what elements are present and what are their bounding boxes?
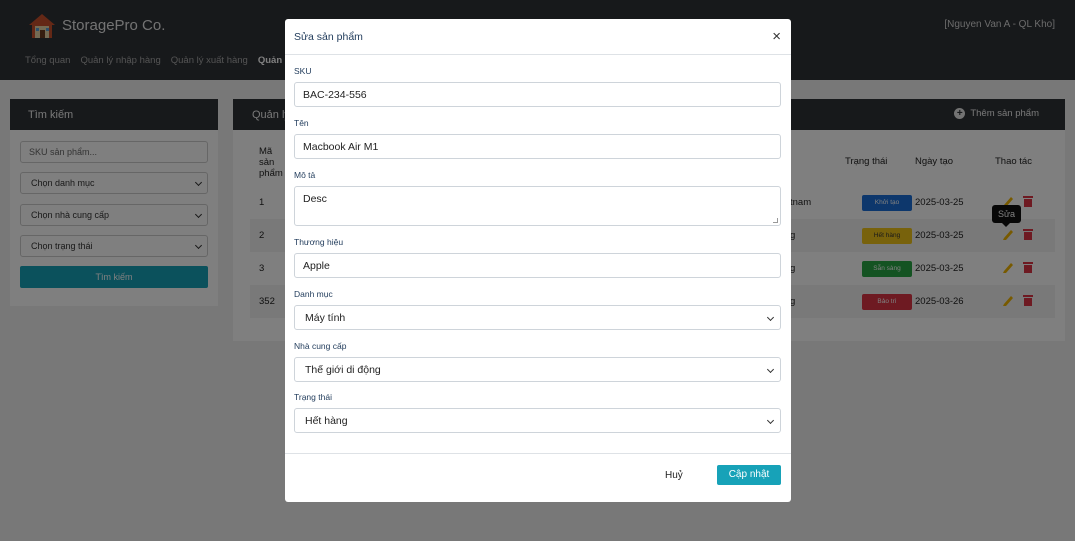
description-textarea[interactable]: Desc — [294, 186, 781, 226]
close-icon[interactable]: × — [772, 29, 781, 44]
brand-field[interactable]: Apple — [294, 253, 781, 278]
edit-product-modal: Sửa sản phẩm × SKU BAC-234-556 Tên Macbo… — [285, 19, 791, 502]
sku-label: SKU — [294, 66, 312, 76]
status-dropdown[interactable]: Hết hàng — [294, 408, 781, 433]
supplier-label: Nhà cung cấp — [294, 341, 347, 351]
status-label: Trạng thái — [294, 392, 332, 402]
name-field[interactable]: Macbook Air M1 — [294, 134, 781, 159]
modal-footer: Huỷ Cập nhật — [285, 453, 791, 502]
supplier-dropdown[interactable]: Thế giới di động — [294, 357, 781, 382]
brand-label: Thương hiệu — [294, 237, 344, 247]
update-button[interactable]: Cập nhật — [717, 465, 781, 485]
category-label: Danh mục — [294, 289, 333, 299]
modal-title: Sửa sản phẩm — [294, 31, 363, 43]
resize-handle-icon[interactable] — [773, 218, 778, 223]
description-value: Desc — [303, 193, 327, 205]
category-dropdown[interactable]: Máy tính — [294, 305, 781, 330]
cancel-button[interactable]: Huỷ — [665, 470, 683, 481]
modal-header: Sửa sản phẩm × — [285, 19, 791, 55]
description-label: Mô tả — [294, 170, 316, 180]
sku-field[interactable]: BAC-234-556 — [294, 82, 781, 107]
name-label: Tên — [294, 118, 309, 128]
